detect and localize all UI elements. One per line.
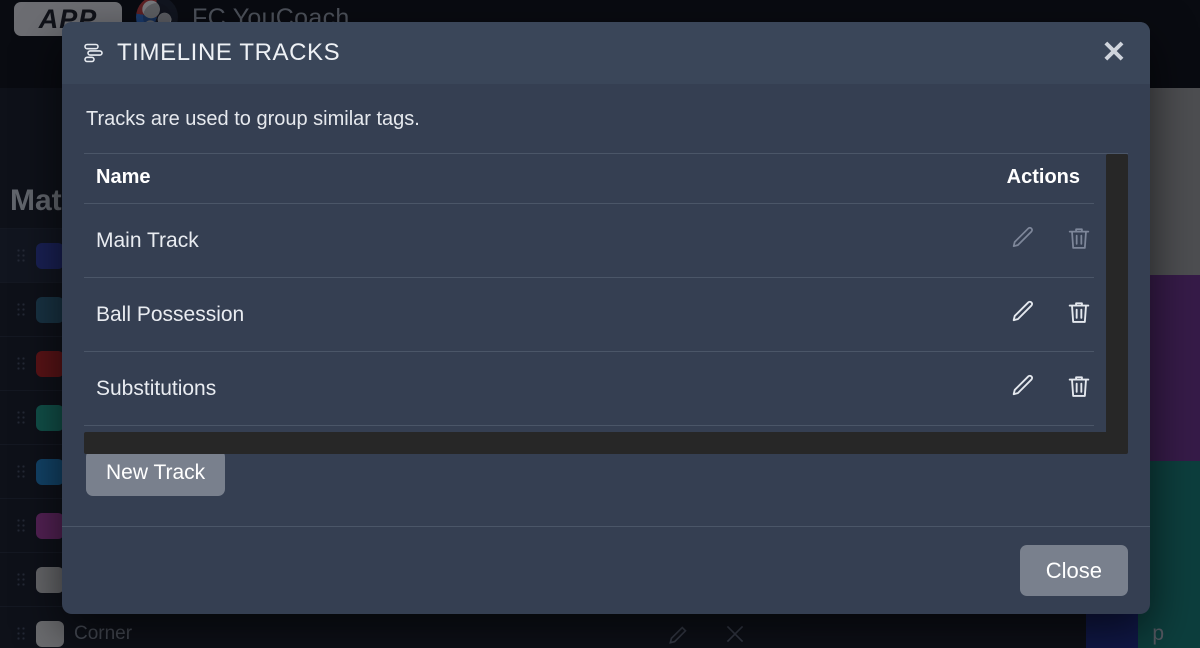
row-actions <box>864 277 1094 352</box>
column-header-name: Name <box>84 154 864 204</box>
tracks-table: Name Actions Main Track Ball Possession … <box>84 154 1094 426</box>
trash-icon <box>1068 302 1090 323</box>
pencil-icon <box>1012 300 1033 322</box>
dialog-description: Tracks are used to group similar tags. <box>86 108 420 130</box>
new-track-button[interactable]: New Track <box>86 450 226 497</box>
close-icon[interactable]: ✕ <box>1096 35 1132 71</box>
table-horizontal-scrollbar[interactable] <box>84 432 1128 454</box>
edit-track-button[interactable] <box>1008 297 1038 327</box>
row-actions <box>864 351 1094 426</box>
dialog-title-group: TIMELINE TRACKS <box>82 39 340 67</box>
track-name: Substitutions <box>84 351 864 426</box>
row-actions <box>864 203 1094 278</box>
track-name: Main Track <box>84 203 864 278</box>
table-row: Substitutions <box>84 351 1094 426</box>
table-row: Ball Possession <box>84 277 1094 352</box>
track-name: Ball Possession <box>84 277 864 352</box>
dialog-footer: Close <box>62 525 1150 614</box>
edit-track-button[interactable] <box>1008 371 1038 401</box>
delete-track-button[interactable] <box>1064 297 1094 327</box>
pencil-icon <box>1012 374 1033 396</box>
table-header-row: Name Actions <box>84 154 1094 204</box>
dialog-body: Tracks are used to group similar tags. N… <box>62 84 1150 526</box>
tracks-table-wrapper: Name Actions Main Track Ball Possession … <box>84 153 1128 454</box>
page-title: TIMELINE TRACKS <box>117 39 341 66</box>
trash-icon <box>1068 228 1090 249</box>
pencil-icon <box>1012 226 1033 248</box>
edit-track-button[interactable] <box>1008 223 1038 253</box>
timeline-tracks-dialog: TIMELINE TRACKS ✕ Tracks are used to gro… <box>62 22 1150 614</box>
close-button[interactable]: Close <box>1019 544 1128 596</box>
dialog-header: TIMELINE TRACKS ✕ <box>62 22 1150 84</box>
column-header-actions: Actions <box>864 154 1094 204</box>
trash-icon <box>1068 376 1090 397</box>
timeline-tracks-icon <box>84 43 103 63</box>
table-row: Main Track <box>84 203 1094 278</box>
delete-track-button[interactable] <box>1064 223 1094 253</box>
delete-track-button[interactable] <box>1064 371 1094 401</box>
screen: APP FC YouCoach Match <box>0 0 1200 648</box>
table-vertical-scrollbar[interactable] <box>1106 154 1128 444</box>
